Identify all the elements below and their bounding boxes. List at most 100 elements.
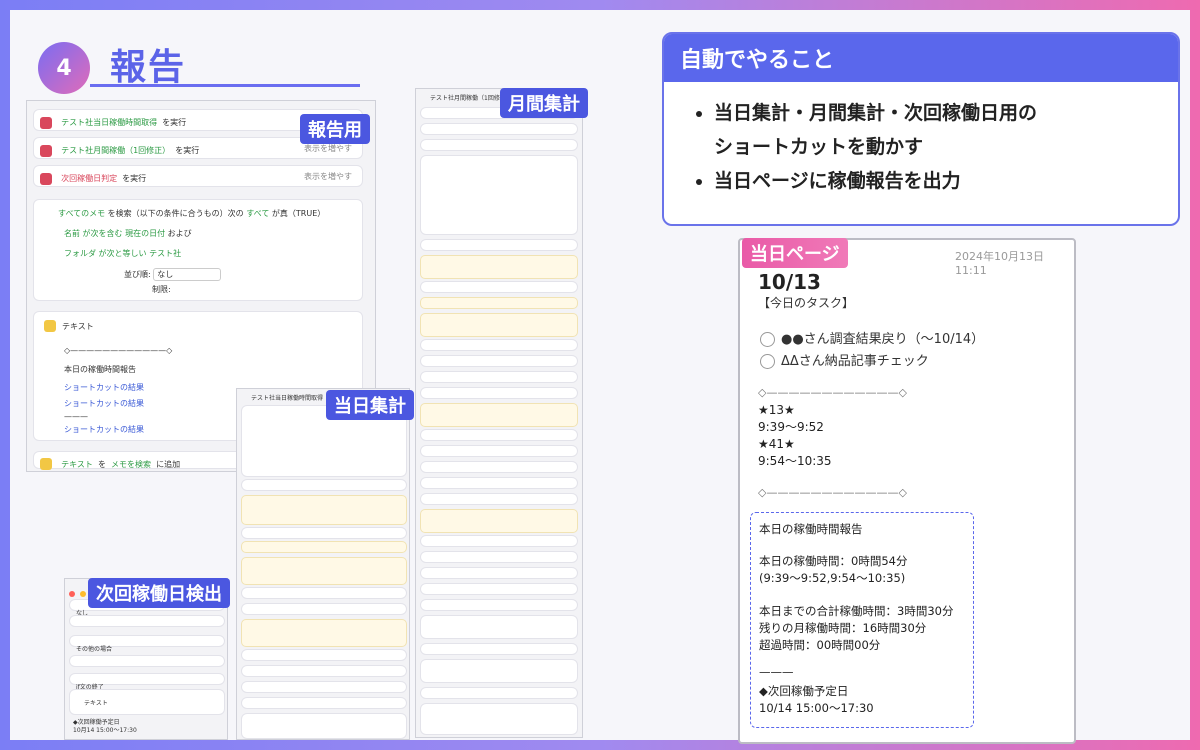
show-more-link[interactable]: 表示を増やす	[304, 171, 352, 182]
action-row[interactable]	[241, 681, 407, 693]
sort-value[interactable]: なし	[153, 268, 222, 281]
comment-block[interactable]	[241, 495, 407, 525]
action-row[interactable]	[420, 281, 578, 293]
action-row[interactable]	[420, 339, 578, 351]
slide-title: 報告	[110, 47, 187, 88]
shortcut-name: テスト社当日稼働時間取得	[61, 118, 158, 127]
action-row[interactable]	[69, 615, 225, 627]
action-row[interactable]	[420, 461, 578, 473]
comment-block[interactable]	[420, 255, 578, 279]
shortcut-suffix: を実行	[122, 174, 147, 183]
action-row[interactable]: if文の終了	[69, 673, 225, 691]
calendar-filter-block[interactable]	[420, 155, 578, 235]
next-date-text: 10月14 15:00〜17:30	[73, 727, 137, 734]
action-row[interactable]	[420, 583, 578, 595]
entry-time: 9:39〜9:52	[758, 420, 824, 434]
append-token: メモを検索	[111, 460, 152, 469]
note-timestamp: 2024年10月13日 11:11	[955, 250, 1044, 277]
text-block[interactable]	[420, 615, 578, 639]
checkbox-icon[interactable]	[760, 332, 775, 347]
report-section: 本日の稼働時間報告 本日の稼働時間：0時間54分 (9:39〜9:52,9:54…	[750, 512, 974, 728]
report-line: 超過時間：00時間00分	[759, 638, 881, 652]
text-block[interactable]	[420, 659, 578, 683]
action-row[interactable]	[241, 649, 407, 661]
auto-tasks-title: 自動でやること	[664, 34, 1178, 82]
action-row[interactable]	[420, 599, 578, 611]
action-row[interactable]	[241, 479, 407, 491]
filter-token: 名前	[64, 229, 80, 238]
append-text: を	[97, 460, 106, 469]
action-row[interactable]	[420, 355, 578, 367]
report-line: ◆次回稼働予定日	[759, 684, 849, 698]
text-divider: ◇————————————◇	[64, 346, 173, 355]
action-row[interactable]: その他の場合	[69, 635, 225, 653]
action-row[interactable]	[420, 123, 578, 135]
text-block[interactable]: テキスト	[69, 689, 225, 715]
action-row[interactable]	[420, 371, 578, 383]
comment-block[interactable]	[241, 557, 407, 585]
find-notes-block[interactable]: すべてのメモ を検索（以下の条件に合うもの）次の すべて が真（TRUE） 名前…	[33, 199, 363, 301]
shortcut-icon	[40, 172, 52, 185]
action-row[interactable]	[420, 567, 578, 579]
text-block[interactable]	[420, 703, 578, 735]
close-dot-icon[interactable]	[69, 590, 75, 597]
text-block[interactable]	[241, 713, 407, 739]
show-more-link[interactable]: 表示を増やす	[304, 143, 352, 154]
daily-header: テスト社当日稼働時間取得	[251, 395, 324, 402]
comment-block[interactable]	[420, 403, 578, 427]
label-toujitsu-page: 当日ページ	[742, 238, 848, 268]
task-item[interactable]: ΔΔさん納品記事チェック	[760, 350, 929, 369]
auto-task-text: ショートカットを動かす	[714, 136, 924, 158]
shortcut-result-token: ショートカットの結果	[64, 425, 144, 434]
action-row[interactable]	[420, 429, 578, 441]
action-row[interactable]	[420, 139, 578, 151]
action-row[interactable]	[241, 527, 407, 539]
shortcut-name: 次回稼働日判定	[61, 174, 118, 183]
report-line: 残りの月稼働時間：16時間30分	[759, 621, 927, 635]
action-row[interactable]	[420, 687, 578, 699]
auto-tasks-list: 当日集計・月間集計・次回稼働日用のショートカットを動かす 当日ページに稼働報告を…	[664, 96, 1178, 198]
shortcut-icon	[40, 144, 52, 157]
report-line: 本日の稼働時間報告	[759, 522, 863, 536]
action-row[interactable]	[420, 477, 578, 489]
action-row[interactable]	[420, 535, 578, 547]
action-row[interactable]	[420, 493, 578, 505]
filter-token: が次と等しい	[98, 249, 147, 258]
task-text: ●●さん調査結果戻り（〜10/14）	[781, 332, 985, 347]
report-line: 10/14 15:00〜17:30	[759, 701, 874, 715]
daily-shortcut-screenshot: テスト社当日稼働時間取得	[236, 388, 410, 740]
action-row[interactable]	[420, 387, 578, 399]
comment-block[interactable]	[241, 541, 407, 553]
action-row[interactable]	[241, 603, 407, 615]
action-row[interactable]	[241, 697, 407, 709]
checkbox-icon[interactable]	[760, 354, 775, 369]
filter-token: 現在の日付	[125, 229, 166, 238]
action-row[interactable]	[420, 445, 578, 457]
filter-token: フォルダ	[64, 249, 96, 258]
step-number-badge: 4	[38, 42, 90, 94]
slide: 4 報告 テスト社当日稼働時間取得 を実行 テスト社月間稼働（1回修正） を実行…	[10, 10, 1190, 744]
action-row[interactable]	[241, 665, 407, 677]
note-divider: ◇————————————◇	[758, 386, 907, 399]
entry-label: ★41★	[758, 437, 795, 451]
filter-text: および	[167, 229, 192, 238]
task-item[interactable]: ●●さん調査結果戻り（〜10/14）	[760, 328, 984, 347]
run-shortcut-row[interactable]: 次回稼働日判定 を実行 表示を増やす	[33, 165, 363, 187]
comment-block[interactable]	[420, 313, 578, 337]
task-text: ΔΔさん納品記事チェック	[781, 354, 929, 369]
minimize-dot-icon[interactable]	[80, 590, 87, 597]
comment-block[interactable]	[420, 297, 578, 309]
action-row[interactable]	[241, 587, 407, 599]
text-report-title: 本日の稼働時間報告	[64, 365, 136, 374]
action-row[interactable]	[420, 551, 578, 563]
action-row[interactable]	[69, 655, 225, 667]
comment-block[interactable]	[420, 509, 578, 533]
action-row[interactable]	[420, 643, 578, 655]
text-dash: ———	[64, 412, 88, 421]
action-row[interactable]	[420, 239, 578, 251]
auto-task-item: 当日集計・月間集計・次回稼働日用のショートカットを動かす	[714, 96, 1178, 164]
shortcut-result-token: ショートカットの結果	[64, 399, 144, 408]
limit-label: 制限:	[152, 285, 171, 294]
shortcut-icon	[40, 116, 52, 129]
comment-block[interactable]	[241, 619, 407, 647]
